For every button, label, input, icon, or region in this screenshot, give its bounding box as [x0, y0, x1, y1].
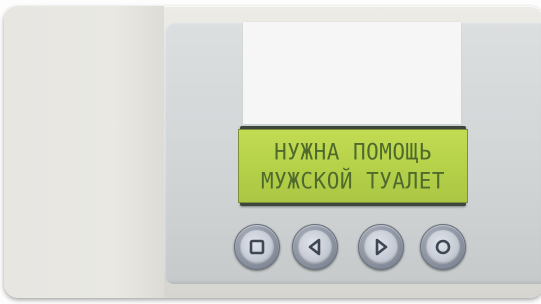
left-button[interactable]	[292, 224, 338, 270]
arrow-left-icon	[308, 238, 321, 256]
device-side-housing	[4, 6, 164, 298]
right-button[interactable]	[358, 224, 404, 270]
circle-ok-icon	[435, 239, 451, 255]
lcd-display: НУЖНА ПОМОЩЬ МУЖСКОЙ ТУАЛЕТ	[238, 129, 468, 203]
photo-scene: НУЖНА ПОМОЩЬ МУЖСКОЙ ТУАЛЕТ	[0, 0, 541, 304]
arrow-right-icon	[375, 238, 388, 256]
button-row	[232, 224, 472, 270]
stop-button[interactable]	[234, 224, 280, 270]
blank-label-area	[243, 22, 461, 124]
lcd-line-2: МУЖСКОЙ ТУАЛЕТ	[260, 168, 445, 194]
lcd-line-1: НУЖНА ПОМОЩЬ	[274, 139, 432, 165]
stop-square-icon	[249, 239, 265, 255]
ok-button[interactable]	[420, 224, 466, 270]
